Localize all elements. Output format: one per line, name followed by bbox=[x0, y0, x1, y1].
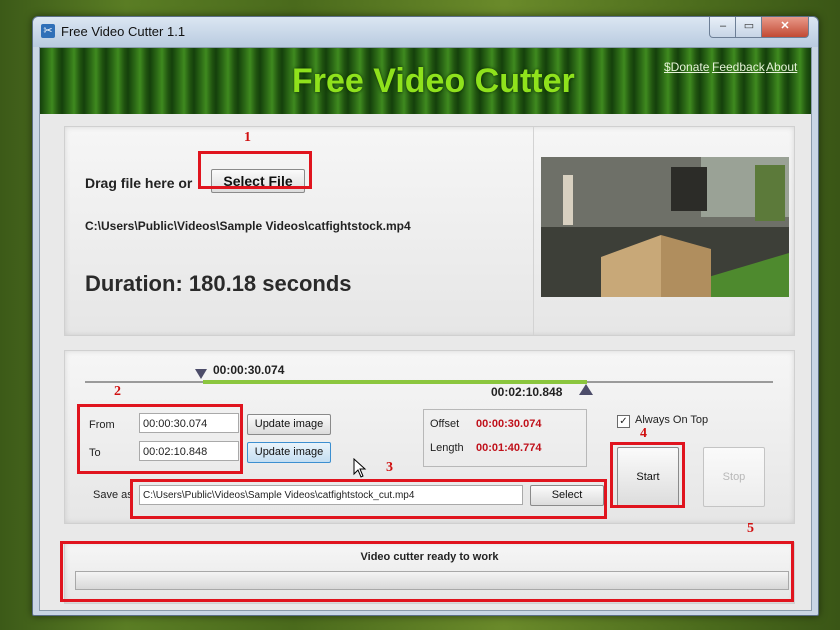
app-title: Free Video Cutter bbox=[292, 62, 575, 100]
length-label: Length bbox=[430, 442, 464, 454]
file-panel: Drag file here or Select File C:\Users\P… bbox=[64, 126, 795, 336]
client-area: Free Video Cutter $Donate Feedback About… bbox=[39, 47, 812, 611]
panel-divider bbox=[533, 127, 534, 335]
feedback-link[interactable]: Feedback bbox=[712, 60, 765, 74]
always-on-top-checkbox[interactable]: ✓ bbox=[617, 415, 630, 428]
annotation-label-1: 1 bbox=[244, 130, 251, 145]
start-marker-time: 00:00:30.074 bbox=[213, 363, 285, 377]
about-link[interactable]: About bbox=[766, 60, 797, 74]
annotation-box-select-file bbox=[198, 151, 312, 189]
save-as-label: Save as bbox=[93, 489, 133, 501]
offset-label: Offset bbox=[430, 418, 460, 430]
end-marker-time: 00:02:10.848 bbox=[491, 385, 563, 399]
close-button[interactable]: ✕ bbox=[761, 17, 809, 38]
video-thumbnail bbox=[541, 157, 789, 297]
header-banner: Free Video Cutter $Donate Feedback About bbox=[40, 48, 811, 114]
donate-link[interactable]: $Donate bbox=[664, 60, 709, 74]
drag-label: Drag file here or bbox=[85, 175, 193, 191]
timeline-selection bbox=[203, 380, 587, 384]
file-path: C:\Users\Public\Videos\Sample Videos\cat… bbox=[85, 219, 411, 233]
end-marker-handle[interactable] bbox=[579, 384, 593, 395]
update-image-from-button[interactable]: Update image bbox=[247, 414, 331, 435]
annotation-label-4: 4 bbox=[640, 426, 647, 441]
start-marker-handle[interactable] bbox=[195, 369, 207, 379]
minimize-button[interactable]: – bbox=[709, 17, 737, 38]
annotation-label-5: 5 bbox=[747, 521, 754, 536]
title-bar[interactable]: ✂ Free Video Cutter 1.1 – ▭ ✕ bbox=[33, 17, 818, 47]
window-title: Free Video Cutter 1.1 bbox=[61, 24, 186, 39]
annotation-box-start bbox=[610, 442, 685, 508]
maximize-button[interactable]: ▭ bbox=[735, 17, 763, 38]
app-window: ✂ Free Video Cutter 1.1 – ▭ ✕ Free Video… bbox=[32, 16, 819, 616]
annotation-box-save-as bbox=[130, 479, 607, 519]
update-image-to-button[interactable]: Update image bbox=[247, 442, 331, 463]
always-on-top-label: Always On Top bbox=[635, 414, 709, 426]
mouse-cursor-icon bbox=[353, 458, 367, 478]
offset-length-box: Offset 00:00:30.074 Length 00:01:40.774 bbox=[423, 409, 587, 467]
video-frame-image bbox=[541, 157, 789, 297]
annotation-label-3: 3 bbox=[386, 460, 393, 475]
stop-button[interactable]: Stop bbox=[703, 447, 765, 507]
annotation-label-2: 2 bbox=[114, 384, 121, 399]
annotation-box-from-to bbox=[77, 404, 243, 474]
duration-text: Duration: 180.18 seconds bbox=[85, 271, 352, 296]
offset-value: 00:00:30.074 bbox=[476, 418, 542, 430]
length-value: 00:01:40.774 bbox=[476, 442, 542, 454]
annotation-box-status bbox=[60, 541, 794, 602]
app-logo-icon: ✂ bbox=[41, 24, 55, 38]
